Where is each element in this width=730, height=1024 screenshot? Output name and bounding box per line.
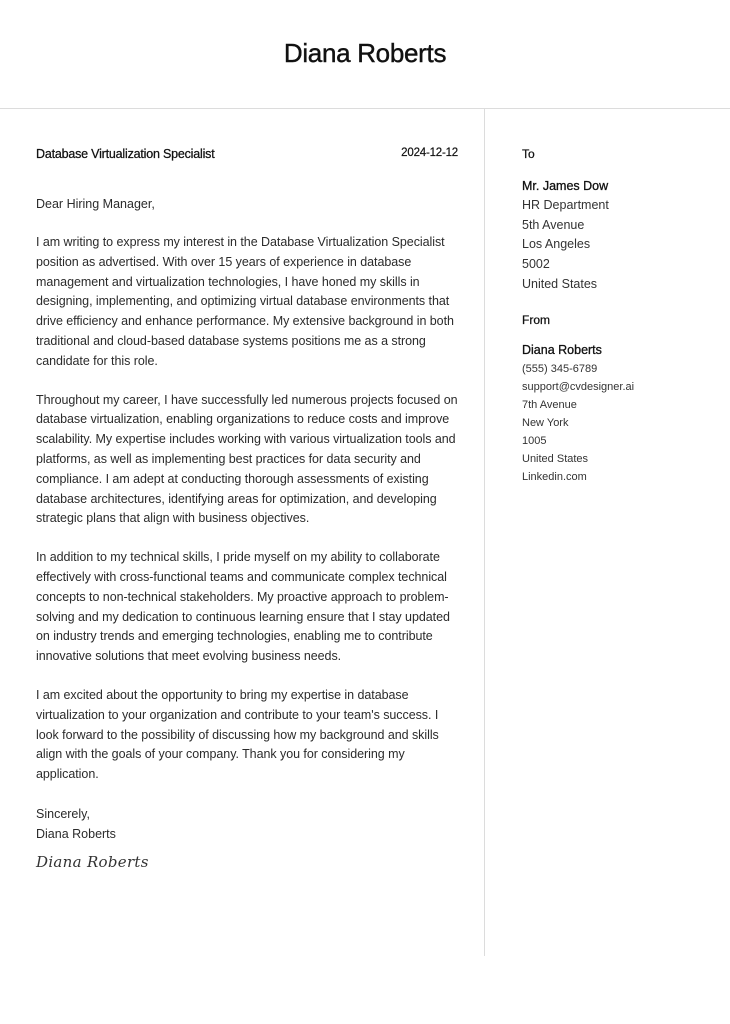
signature: Diana Roberts	[36, 852, 149, 871]
sender-label: From	[522, 312, 550, 327]
sender-email: support@cvdesigner.ai	[522, 380, 635, 393]
letter-meta-row: Database Virtualization Specialist 2024-…	[36, 140, 458, 170]
sender-phone: (555) 345-6789	[522, 362, 598, 375]
paragraph-skills: In addition to my technical skills, I pr…	[36, 550, 450, 664]
sender-country: United States	[522, 452, 589, 465]
sender-street: 7th Avenue	[522, 398, 577, 411]
paragraph-experience: Throughout my career, I have successfull…	[36, 392, 458, 526]
applicant-name-heading: Diana Roberts	[283, 38, 447, 68]
recipient-label: To	[522, 147, 535, 161]
recipient-zip: 5002	[522, 257, 550, 272]
sender-city: New York	[522, 416, 569, 429]
letter-body: Database Virtualization Specialist 2024-…	[36, 140, 458, 871]
paragraph-intro: I am writing to express my interest in t…	[36, 235, 454, 368]
salutation: Dear Hiring Manager,	[36, 197, 155, 211]
sender-website: Linkedin.com	[522, 470, 587, 483]
paragraph-closing: I am excited about the opportunity to br…	[36, 687, 439, 782]
closing-name: Diana Roberts	[36, 826, 116, 841]
recipient-name: Mr. James Dow	[522, 179, 609, 193]
recipient-street: 5th Avenue	[522, 217, 585, 232]
sender-zip: 1005	[522, 434, 547, 447]
recipient-country: United States	[522, 276, 598, 291]
recipient-city: Los Angeles	[522, 237, 591, 252]
recipient-department: HR Department	[522, 198, 609, 212]
header-divider	[0, 108, 730, 109]
address-sidebar: To Mr. James Dow HR Department 5th Avenu…	[522, 140, 722, 486]
closing-phrase: Sincerely,	[36, 806, 90, 821]
column-divider	[484, 109, 485, 956]
job-title: Database Virtualization Specialist	[36, 147, 215, 161]
sender-name: Diana Roberts	[522, 342, 602, 357]
letter-date: 2024-12-12	[401, 147, 458, 159]
closing-block: Sincerely, Diana Roberts	[36, 804, 458, 844]
page-header: Diana Roberts	[0, 0, 730, 108]
